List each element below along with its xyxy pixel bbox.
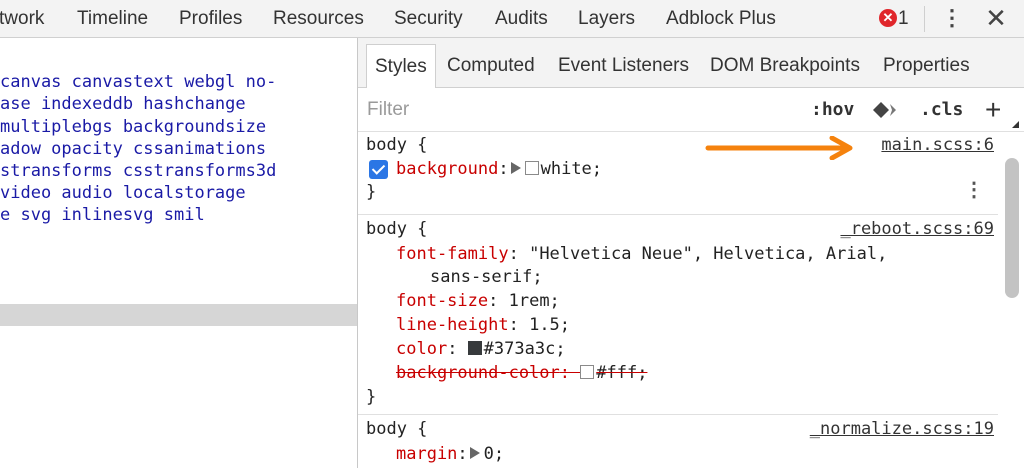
html-class-line: stransforms csstransforms3d	[0, 161, 277, 181]
tab-resources[interactable]: Resources	[273, 0, 364, 37]
style-declaration[interactable]: color: #373a3c;	[396, 339, 566, 359]
error-icon[interactable]: ✕	[879, 9, 897, 27]
color-swatch[interactable]	[580, 365, 595, 379]
tab-audits[interactable]: Audits	[495, 0, 548, 37]
rule-selector[interactable]: body {	[366, 219, 427, 239]
rule-close-brace: }	[366, 182, 377, 202]
property-separator: :	[447, 339, 468, 359]
property-name[interactable]: font-family	[396, 244, 509, 264]
property-name[interactable]: font-size	[396, 291, 488, 311]
style-declaration[interactable]: margin: 0;	[396, 444, 504, 464]
color-swatch[interactable]	[467, 341, 482, 355]
tab-layers[interactable]: Layers	[578, 0, 635, 37]
style-declaration[interactable]: background: white;	[396, 159, 602, 179]
vertical-scrollbar-thumb[interactable]	[1005, 158, 1019, 298]
add-rule-icon[interactable]: +	[985, 90, 1001, 130]
style-rule: body { main.scss:6 background: white; } ⋮	[358, 133, 998, 215]
property-separator: :	[508, 244, 530, 264]
tab-profiles[interactable]: Profiles	[179, 0, 242, 37]
filter-input[interactable]: Filter	[367, 88, 409, 132]
tab-computed[interactable]: Computed	[447, 42, 535, 88]
style-declaration[interactable]: line-height: 1.5;	[396, 315, 570, 335]
style-rule: body { _reboot.scss:69 font-family: "Hel…	[358, 215, 998, 415]
style-declaration[interactable]: font-size: 1rem;	[396, 291, 560, 311]
tab-styles[interactable]: Styles	[366, 44, 436, 89]
property-value[interactable]: 1.5;	[529, 315, 570, 335]
html-class-line: canvas canvastext webgl no-	[0, 72, 277, 92]
styles-rule-list: body { main.scss:6 background: white; } ⋮…	[358, 133, 1024, 468]
styles-filter-bar: Filter :hov .cls +	[358, 88, 1024, 132]
tab-event-listeners[interactable]: Event Listeners	[558, 42, 689, 88]
close-icon[interactable]: ✕	[982, 3, 1010, 33]
rule-close-brace: }	[366, 387, 377, 407]
property-name[interactable]: line-height	[396, 315, 509, 335]
element-state-paint-icon[interactable]	[872, 100, 902, 120]
property-separator: :	[498, 159, 509, 179]
tab-network[interactable]: twork	[0, 0, 44, 37]
toolbar-divider	[924, 6, 925, 32]
property-separator: :	[488, 291, 509, 311]
property-separator: :	[508, 315, 530, 335]
rule-selector[interactable]: body {	[366, 135, 427, 155]
hover-state-toggle[interactable]: :hov	[811, 88, 854, 132]
tab-adblock-plus[interactable]: Adblock Plus	[666, 0, 776, 37]
horizontal-scrollbar[interactable]	[0, 304, 357, 326]
property-separator: :	[457, 444, 468, 464]
property-value[interactable]: #373a3c;	[484, 339, 566, 359]
expand-triangle-icon[interactable]	[469, 447, 480, 459]
annotation-arrow	[705, 136, 853, 160]
property-name[interactable]: margin	[396, 444, 457, 464]
add-rule-menu-indicator[interactable]	[1012, 121, 1019, 128]
tab-security[interactable]: Security	[394, 0, 463, 37]
rule-source-link[interactable]: _normalize.scss:19	[810, 419, 994, 439]
html-class-line: multiplebgs backgroundsize	[0, 117, 267, 137]
property-name[interactable]: background-color	[396, 363, 560, 383]
property-name[interactable]: background	[396, 159, 498, 179]
styles-sidebar: Styles Computed Event Listeners DOM Brea…	[358, 38, 1024, 468]
property-checkbox[interactable]	[369, 160, 388, 179]
tab-dom-breakpoints[interactable]: DOM Breakpoints	[710, 42, 860, 88]
property-name[interactable]: color	[396, 339, 447, 359]
rule-source-link[interactable]: _reboot.scss:69	[840, 219, 994, 239]
html-class-line: ase indexeddb hashchange	[0, 94, 246, 114]
kebab-menu-icon[interactable]: ⋮	[941, 5, 963, 33]
html-class-line: video audio localstorage	[0, 183, 246, 203]
property-value[interactable]: 0;	[484, 444, 504, 464]
property-value-continuation[interactable]: sans-serif;	[430, 267, 543, 287]
rule-source-link[interactable]: main.scss:6	[881, 135, 994, 155]
expand-triangle-icon[interactable]	[510, 162, 521, 174]
overridden-declaration[interactable]: background-color: #fff;	[396, 363, 647, 383]
color-swatch[interactable]	[524, 161, 539, 175]
html-class-line: adow opacity cssanimations	[0, 139, 267, 159]
property-separator: :	[559, 363, 581, 383]
property-value[interactable]: white;	[541, 159, 602, 179]
style-declaration[interactable]: font-family: "Helvetica Neue", Helvetica…	[396, 244, 887, 264]
rule-menu-icon[interactable]: ⋮	[964, 180, 984, 200]
class-toggle[interactable]: .cls	[920, 88, 963, 132]
property-value[interactable]: 1rem;	[509, 291, 560, 311]
tab-properties[interactable]: Properties	[883, 42, 970, 88]
rule-selector[interactable]: body {	[366, 419, 427, 439]
elements-source-pane: canvas canvastext webgl no- ase indexedd…	[0, 38, 357, 468]
html-class-line: e svg inlinesvg smil	[0, 205, 205, 225]
devtools-main-tabbar: twork Timeline Profiles Resources Securi…	[0, 0, 1024, 38]
property-value[interactable]: #fff;	[596, 363, 647, 383]
style-rule: body { _normalize.scss:19 margin: 0;	[358, 415, 998, 468]
sidebar-tabbar: Styles Computed Event Listeners DOM Brea…	[358, 38, 1024, 89]
tab-timeline[interactable]: Timeline	[77, 0, 148, 37]
property-value[interactable]: "Helvetica Neue", Helvetica, Arial,	[529, 244, 887, 264]
error-count[interactable]: 1	[898, 0, 909, 37]
